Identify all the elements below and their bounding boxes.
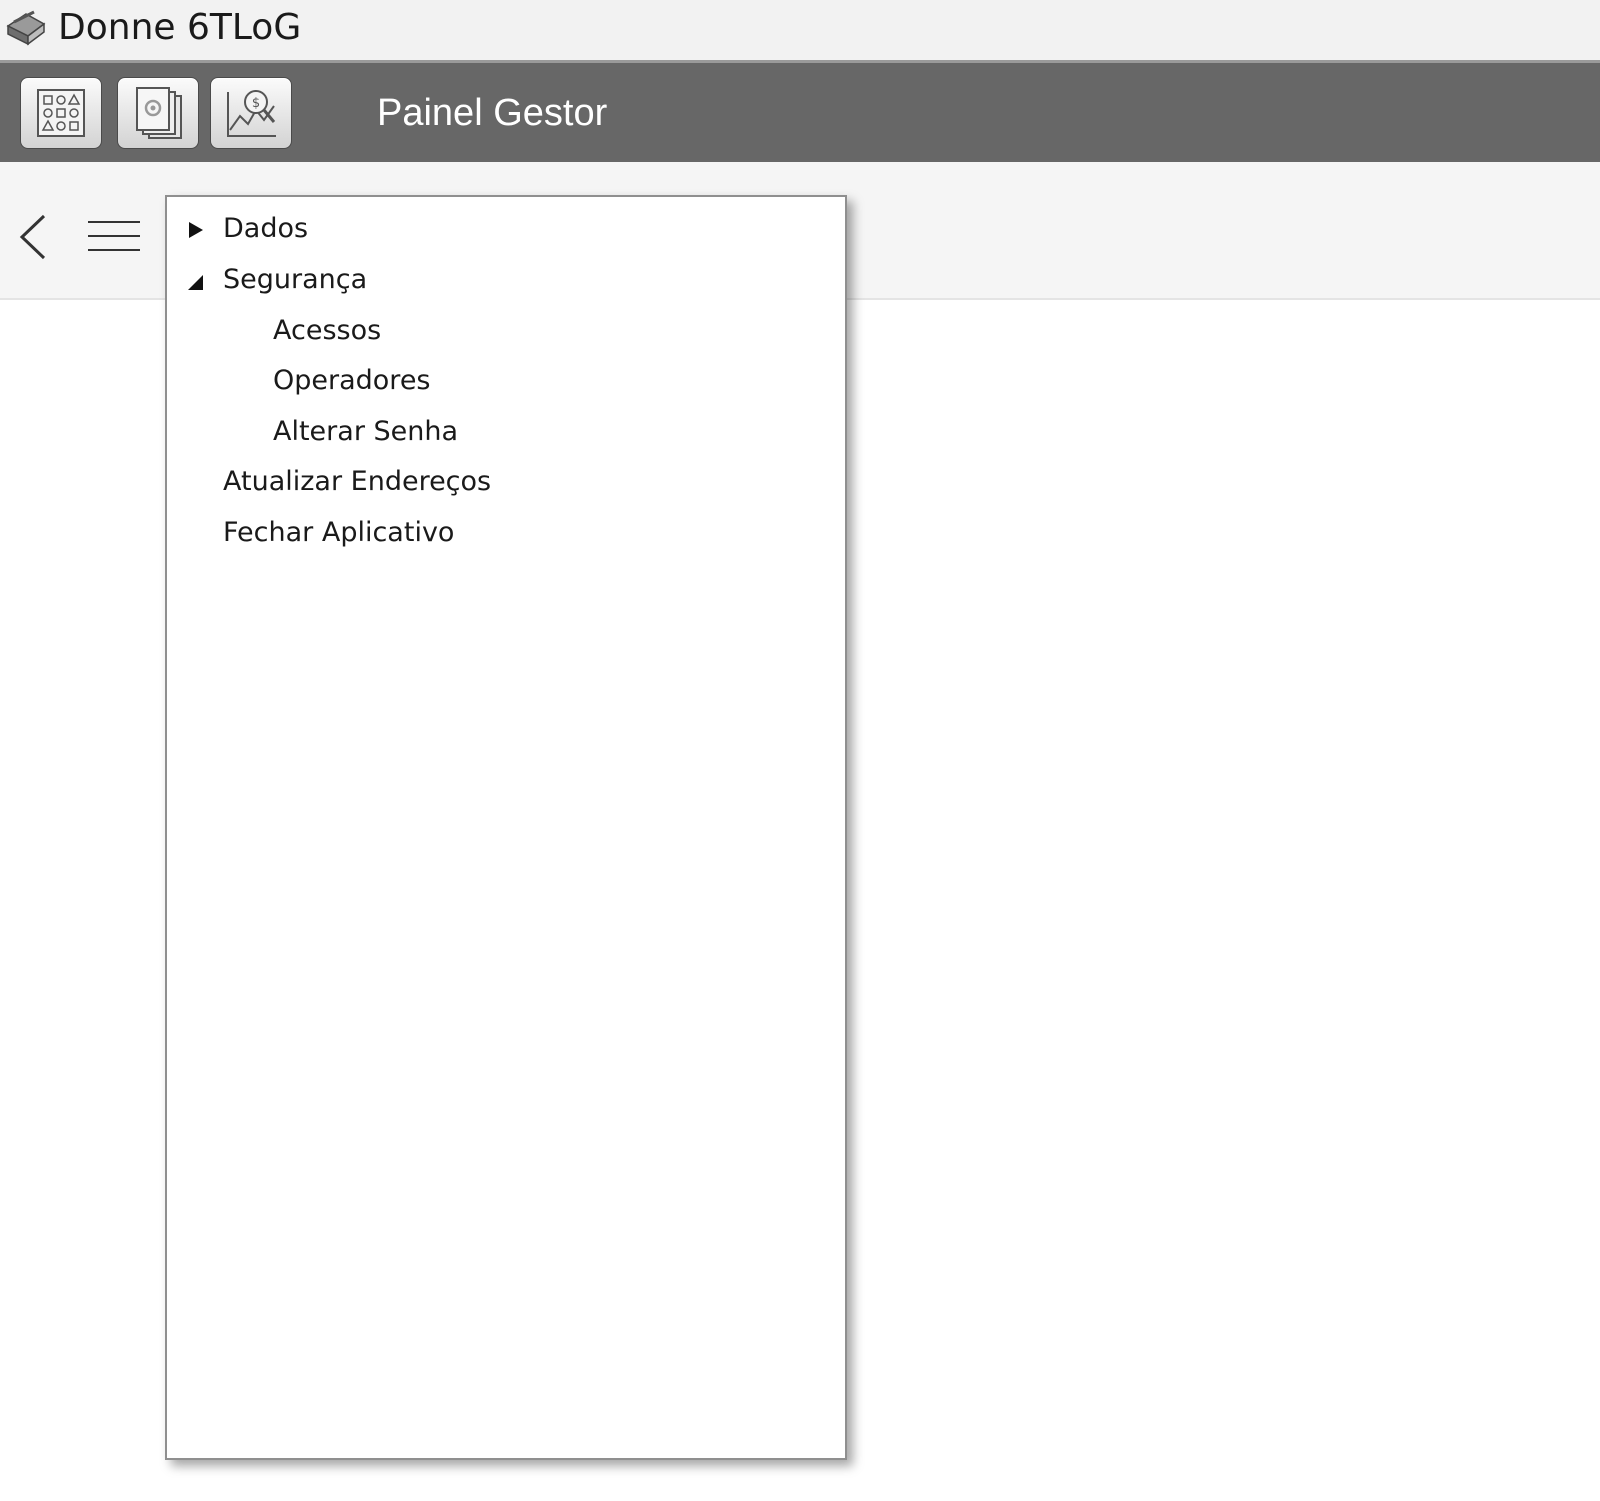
financial-chart-icon: $: [227, 90, 276, 137]
chevron-left-icon[interactable]: [14, 212, 50, 262]
expand-arrow-icon[interactable]: [187, 221, 205, 239]
menu-item-label: Fechar Aplicativo: [223, 517, 455, 548]
hamburger-menu-icon[interactable]: [86, 218, 142, 254]
menu-item-label: Alterar Senha: [273, 416, 459, 447]
dashboard-grid-icon: [37, 89, 85, 137]
app-logo-icon: [6, 10, 46, 46]
menu-item-label: Atualizar Endereços: [223, 466, 492, 497]
collapse-arrow-icon[interactable]: [187, 274, 205, 292]
title-bar: Donne 6TLoG: [0, 0, 1600, 61]
menu-item-label: Dados: [223, 213, 309, 244]
reports-button[interactable]: $: [210, 77, 292, 149]
menu-item-label: Acessos: [273, 315, 382, 346]
window-title: Donne 6TLoG: [58, 7, 302, 48]
navigation-flyout-menu: Dados Segurança Acessos Operadores Alter…: [165, 195, 847, 1460]
panel-title: Painel Gestor: [377, 92, 608, 134]
dashboard-button[interactable]: [20, 77, 102, 149]
svg-text:$: $: [252, 96, 260, 111]
documents-button[interactable]: [117, 77, 199, 149]
menu-item-label: Segurança: [223, 264, 368, 295]
documents-settings-icon: [136, 87, 182, 139]
menu-item-label: Operadores: [273, 365, 431, 396]
toolbar: $ Painel Gestor: [0, 60, 1600, 162]
